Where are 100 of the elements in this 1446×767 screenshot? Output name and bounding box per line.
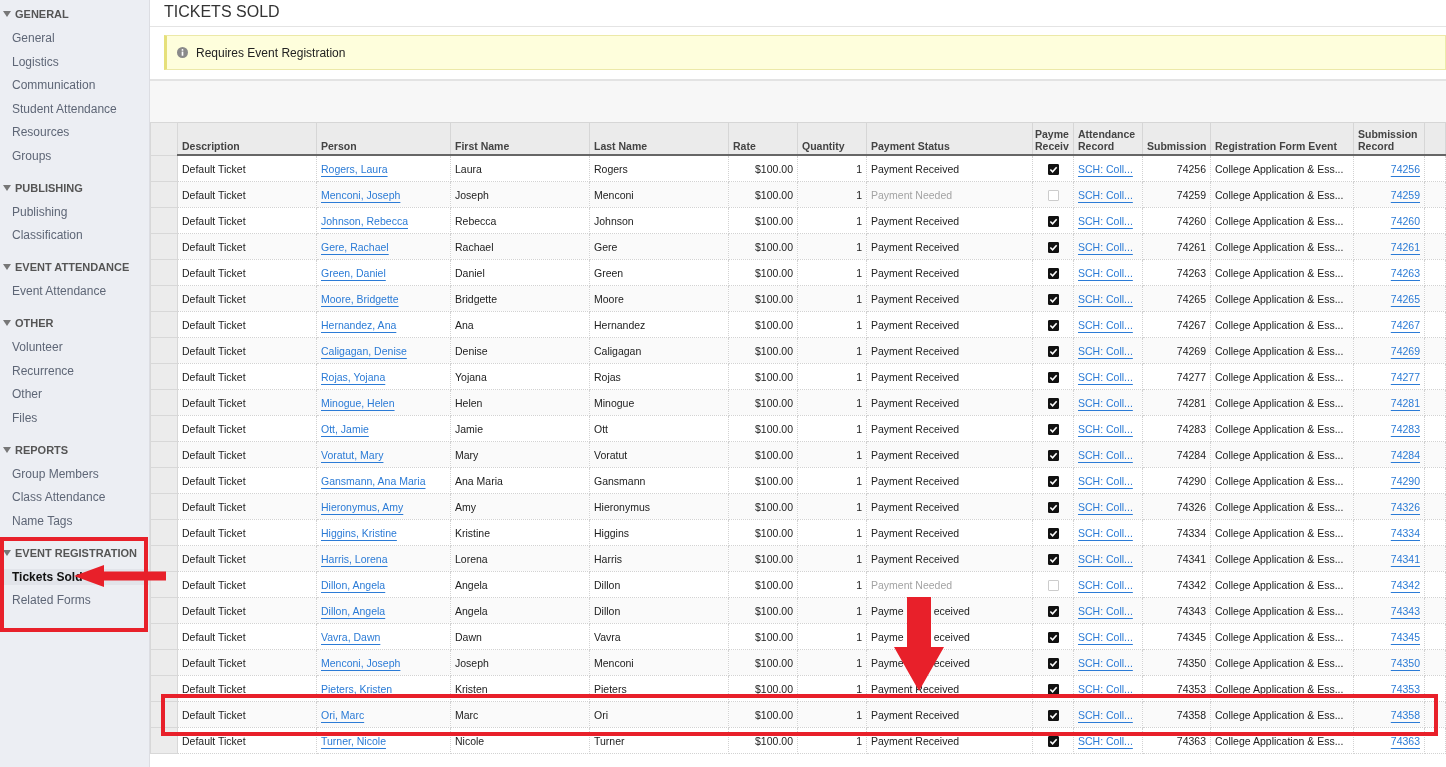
checkbox[interactable] [1047, 449, 1059, 461]
checkbox[interactable] [1047, 527, 1059, 539]
table-cell: $100.00 [728, 571, 798, 598]
checkbox[interactable] [1047, 319, 1059, 331]
table-cell: Payment Received [866, 233, 1033, 260]
table-cell: Joseph [450, 181, 590, 208]
table-cell: 1 [797, 545, 867, 572]
caret-icon[interactable] [3, 549, 11, 556]
table-cell: $100.00 [728, 519, 798, 546]
table-cell: 1 [797, 207, 867, 234]
table-cell: Denise [450, 337, 590, 364]
table-cell: Laura [450, 155, 590, 182]
payment-status-text: Payme [871, 604, 904, 617]
sidebar-item[interactable]: General [0, 30, 149, 46]
table-cell: Payment Received [866, 207, 1033, 234]
table-cell: College Application & Ess... [1210, 519, 1354, 546]
column-header[interactable]: Quantity [797, 122, 867, 155]
table-cell: $100.00 [728, 259, 798, 286]
checkbox[interactable] [1047, 605, 1059, 617]
sidebar-item[interactable]: Group Members [0, 465, 149, 482]
checkbox[interactable] [1047, 709, 1059, 721]
checkbox[interactable] [1047, 631, 1059, 643]
table-cell: 74261 [1142, 233, 1211, 260]
caret-icon[interactable] [3, 320, 11, 326]
notice-text: Requires Event Registration [196, 45, 346, 60]
sidebar-item[interactable]: Other [0, 386, 149, 402]
checkbox[interactable] [1047, 423, 1059, 435]
checkbox[interactable] [1047, 345, 1059, 357]
table-cell: Kristine [450, 519, 590, 546]
checkbox[interactable] [1047, 657, 1059, 669]
checkbox[interactable] [1047, 501, 1059, 513]
checkbox[interactable] [1047, 397, 1059, 409]
table-cell: College Application & Ess... [1210, 155, 1354, 182]
table-cell: Minogue [589, 389, 729, 416]
table-cell: Payment Received [866, 701, 1033, 728]
caret-icon[interactable] [3, 11, 11, 17]
sidebar-item[interactable]: Name Tags [0, 512, 149, 529]
sidebar-item[interactable]: Publishing [0, 203, 149, 220]
sidebar-item[interactable]: Volunteer [0, 339, 149, 355]
caret-icon[interactable] [3, 264, 11, 270]
table-cell: 74334 [1142, 519, 1211, 546]
table-cell: 1 [797, 467, 867, 494]
checkbox[interactable] [1047, 241, 1059, 253]
section-title: EVENT REGISTRATION [15, 546, 138, 559]
column-header[interactable]: Description [177, 122, 317, 155]
checkbox[interactable] [1047, 163, 1059, 175]
sidebar-item[interactable]: Classification [0, 227, 149, 243]
table-cell: College Application & Ess... [1210, 415, 1354, 442]
table-cell: Default Ticket [177, 207, 317, 234]
table-cell: 1 [797, 571, 867, 598]
checkbox[interactable] [1047, 215, 1059, 227]
sidebar-item[interactable]: Groups [0, 147, 149, 164]
sidebar-item[interactable]: Event Attendance [0, 283, 149, 299]
table-cell: College Application & Ess... [1210, 311, 1354, 338]
checkbox[interactable] [1047, 553, 1059, 565]
sidebar-item[interactable]: Files [0, 409, 149, 426]
sidebar-item[interactable]: Recurrence [0, 362, 149, 379]
table-cell: $100.00 [728, 311, 798, 338]
table-cell: Default Ticket [177, 233, 317, 260]
table-cell: 1 [797, 181, 867, 208]
checkbox[interactable] [1047, 293, 1059, 305]
checkbox[interactable] [1047, 735, 1059, 747]
caret-icon[interactable] [3, 446, 11, 453]
checkbox[interactable] [1047, 267, 1059, 279]
table-cell: College Application & Ess... [1210, 285, 1354, 312]
column-header[interactable]: Person [316, 122, 451, 155]
table-cell: College Application & Ess... [1210, 207, 1354, 234]
table-cell: Harris [589, 545, 729, 572]
column-header[interactable]: Submission [1142, 122, 1211, 155]
column-header[interactable]: Registration Form Event [1210, 122, 1354, 155]
table-cell: Default Ticket [177, 155, 317, 182]
table-cell: 1 [797, 233, 867, 260]
column-header[interactable]: Attendance Record [1073, 122, 1143, 155]
sidebar-item[interactable]: Communication [0, 77, 149, 93]
column-header[interactable]: Last Name [589, 122, 729, 155]
person-link[interactable]: Ori, Marc [321, 708, 365, 721]
table-cell: Default Ticket [177, 545, 317, 572]
sidebar-item[interactable]: Resources [0, 124, 149, 140]
column-header[interactable]: Submission Record [1353, 122, 1425, 155]
checkbox[interactable] [1047, 475, 1059, 487]
caret-icon[interactable] [3, 184, 11, 191]
checkbox[interactable] [1047, 683, 1059, 695]
sidebar-item[interactable]: Student Attendance [0, 100, 149, 117]
table-cell: Payment Received [866, 389, 1033, 416]
column-header[interactable]: Payme Receiv [1032, 122, 1074, 155]
table-cell: Payment Received [866, 363, 1033, 390]
person-link[interactable]: Ott, Jamie [321, 422, 369, 435]
column-header[interactable]: Payment Status [866, 122, 1033, 155]
sidebar-item[interactable]: Logistics [0, 53, 149, 70]
sidebar-item[interactable]: Class Attendance [0, 489, 149, 505]
column-header[interactable]: Rate [728, 122, 798, 155]
table-cell: 74326 [1142, 493, 1211, 520]
column-header[interactable]: First Name [450, 122, 590, 155]
table-cell: Jamie [450, 415, 590, 442]
table-cell: $100.00 [728, 623, 798, 650]
table-cell: Green [589, 259, 729, 286]
checkbox[interactable] [1047, 371, 1059, 383]
table-cell: College Application & Ess... [1210, 337, 1354, 364]
payment-status-text: eceived [933, 630, 970, 643]
sidebar-item[interactable]: Related Forms [0, 592, 149, 608]
